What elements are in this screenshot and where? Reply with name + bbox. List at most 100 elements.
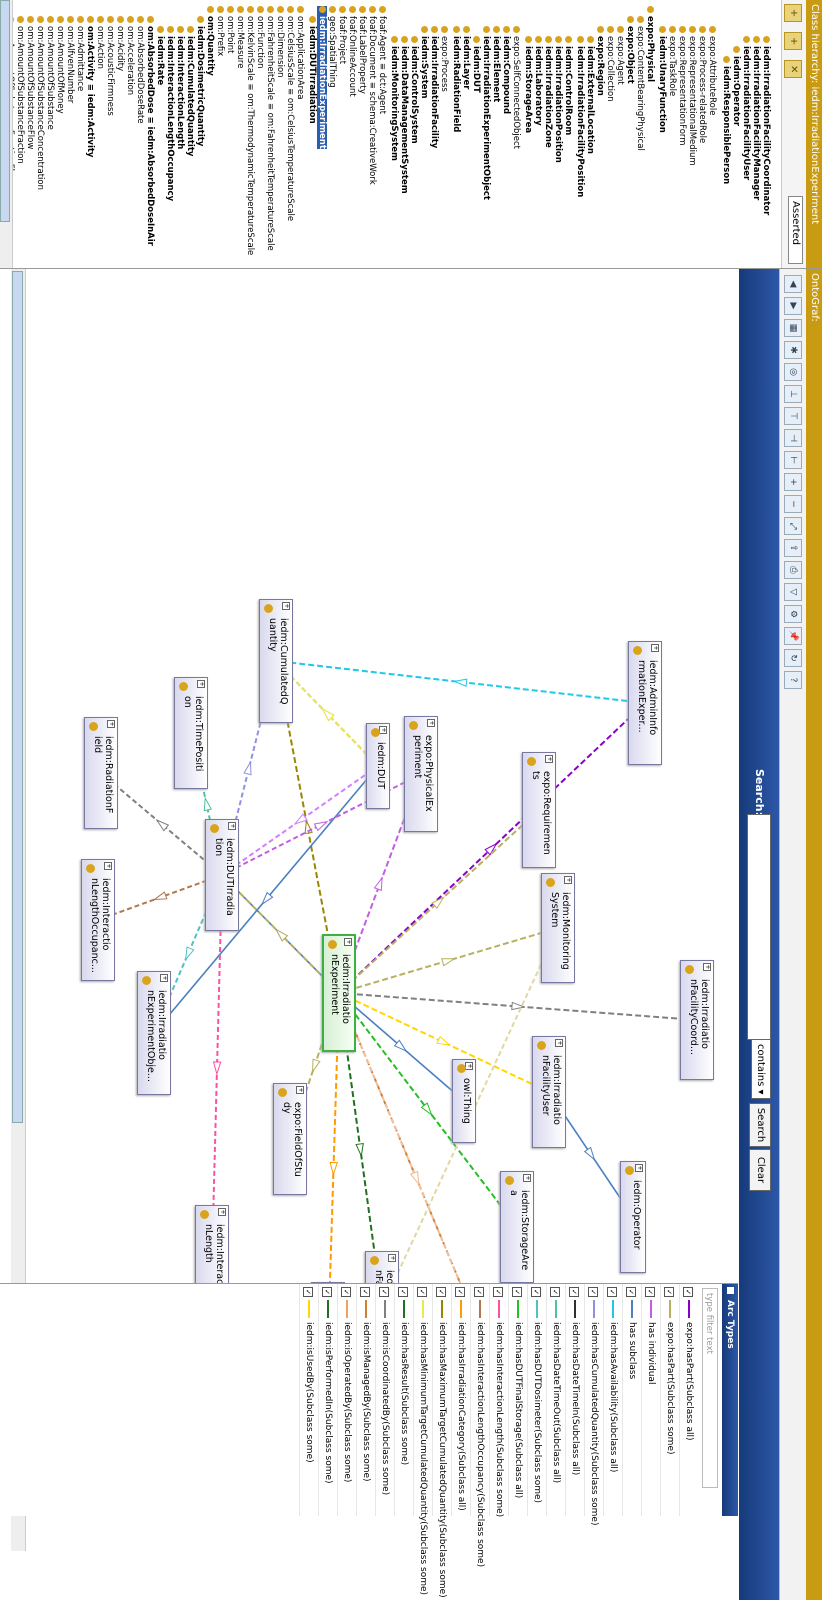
filter-icon[interactable]: ▽ [784,583,802,601]
arc-type-row[interactable]: ✓ iedm:hasDUTDosimeter(Subclass some) [527,1284,546,1516]
expand-icon[interactable]: + [465,1062,473,1070]
class-tree-item[interactable]: iedm:StorageArea [523,36,533,133]
class-tree-item[interactable]: iedm:ExternalLocation [585,36,595,154]
class-tree-item[interactable]: foaf:OnlineAccount [347,6,357,97]
class-tree-item[interactable]: iedm:RadiationField [451,26,461,132]
horizontal-tree-icon[interactable]: ⊣ [784,429,802,447]
arc-type-checkbox[interactable]: ✓ [436,1287,446,1297]
graph-node[interactable]: + iedm:CumulatedQ uantity [259,599,293,723]
class-tree-item[interactable]: expo:Region [595,26,605,96]
expand-icon[interactable]: + [379,726,387,734]
class-tree-item[interactable]: iedm:InteractionLength [175,26,185,149]
class-tree-item[interactable]: expo:RepresentationalMedium [687,26,697,166]
graph-node[interactable]: + iedm:Irradiatio nFacilityUser [532,1036,566,1148]
delete-class-icon[interactable]: ✕ [784,60,802,79]
expand-icon[interactable]: + [107,720,115,728]
class-tree-item[interactable]: iedm:Laboratory [533,36,543,126]
class-tree-item[interactable]: iedm:MonitoringSystem [389,36,399,161]
graph-node[interactable]: + iedm:DUTIrradia tion [205,819,239,931]
close-icon[interactable] [727,1287,734,1294]
arc-filter-input[interactable]: type filter text [702,1288,718,1488]
expand-icon[interactable]: + [545,755,553,763]
graph-node[interactable]: + iedm:Operator [620,1161,646,1273]
class-tree-item[interactable]: om:Prefix [215,6,225,56]
refresh-icon[interactable]: ↻ [784,649,802,667]
arc-type-checkbox[interactable]: ✓ [550,1287,560,1297]
expand-icon[interactable]: + [651,644,659,652]
class-tree-item[interactable]: om:Quantity [205,6,215,76]
expand-icon[interactable]: + [564,876,572,884]
class-tree-item[interactable]: om:Acceleration [125,16,135,95]
expand-icon[interactable]: + [296,1086,304,1094]
expand-icon[interactable]: + [282,602,290,610]
expand-icon[interactable]: + [388,1254,396,1262]
arc-type-row[interactable]: ✓ iedm:isPerformedIn(Subclass some) [318,1284,337,1516]
arc-type-checkbox[interactable]: ✓ [626,1287,636,1297]
class-tree-item[interactable]: om:AmountOfSubstanceFraction [15,16,25,164]
expand-icon[interactable]: + [427,719,435,727]
tree-scroll-thumb[interactable] [0,0,10,222]
arc-type-row[interactable]: ✓ iedm:hasMaximumTargetCumulatedQuantity(… [432,1284,451,1598]
arc-type-checkbox[interactable]: ✓ [607,1287,617,1297]
graph-node[interactable]: + iedm:Interactio nLengthOccupanc... [81,859,115,981]
expand-icon[interactable]: + [228,822,236,830]
class-tree-item[interactable]: om:AlfvenNumber [65,16,75,103]
expand-icon[interactable]: + [218,1208,226,1216]
match-mode-dropdown[interactable]: contains ▾ [751,1039,771,1099]
class-tree-item[interactable]: om:Point [225,6,235,53]
tree-layout-icon[interactable]: ⊥ [784,385,802,403]
search-button[interactable]: Search [749,1103,771,1147]
expand-icon[interactable]: + [523,1174,531,1182]
class-tree-item[interactable]: om:AcousticFirmness [105,16,115,116]
arc-type-checkbox[interactable]: ✓ [303,1287,313,1297]
class-tree-item[interactable]: iedm:IrradiationFacilityCoordinator [761,36,771,215]
class-tree-item[interactable]: expo:Object [625,16,635,84]
arc-type-checkbox[interactable]: ✓ [512,1287,522,1297]
print-icon[interactable]: ⎙ [784,561,802,579]
class-tree-item[interactable]: om:Dimension [275,6,285,78]
class-tree-item[interactable]: iedm:IrradiationFacilityUser [741,36,751,180]
arc-type-row[interactable]: ✓ iedm:hasInteractionLength(Subclass some… [489,1284,508,1517]
arc-type-row[interactable]: ✓ iedm:isCoordinatedBy(Subclass some) [375,1284,394,1516]
graph-scroll-thumb[interactable] [12,271,23,1123]
arc-type-checkbox[interactable]: ✓ [531,1287,541,1297]
expand-icon[interactable]: + [635,1164,643,1172]
class-tree-item[interactable]: expo:AttributeRole [707,26,717,115]
class-tree-item[interactable]: iedm:IrradiationExperimentObject [481,26,491,200]
horizontal-directed-icon[interactable]: ⊢ [784,451,802,469]
graph-node[interactable]: + iedm:TimePositi on [174,677,208,789]
class-tree-item[interactable]: iedm:DUTIrradiation [307,16,317,124]
tree-vertical-icon[interactable]: ⊤ [784,407,802,425]
arc-type-checkbox[interactable]: ✓ [493,1287,503,1297]
class-tree-item[interactable]: iedm:DosimetricQuantity [195,16,205,146]
class-tree-item[interactable]: om:Activity ≡ iedm:Activity [85,16,95,157]
add-sibling-icon[interactable]: + [784,32,802,51]
arc-type-row[interactable]: ✓ iedm:hasDUTFinalStorage(Subclass all) [508,1284,527,1516]
add-subclass-icon[interactable]: + [784,4,802,22]
arc-type-checkbox[interactable]: ✓ [398,1287,408,1297]
class-tree-item[interactable]: foaf:LabelProperty [357,6,367,94]
arc-type-row[interactable]: ✓ iedm:hasCumulatedQuantity(Subclass some… [584,1284,603,1525]
arc-type-row[interactable]: ✓ iedm:isUsedBy(Subclass some) [299,1284,318,1516]
class-tree-item[interactable]: iedm:Element [491,26,501,102]
arc-type-row[interactable]: ✓ iedm:hasAvailability(Subclass all) [603,1284,622,1516]
arc-type-checkbox[interactable]: ✓ [645,1287,655,1297]
graph-node[interactable]: + expo:PhysicalEx periment [404,716,438,832]
graph-node[interactable]: + iedm:RadiationF ield [84,717,118,829]
back-icon[interactable]: ◀ [784,275,802,293]
class-tree-item[interactable]: expo:Agent [615,26,625,85]
arc-type-row[interactable]: ✓ iedm:isOperatedBy(Subclass some) [337,1284,356,1516]
class-tree-item[interactable]: iedm:InteractionLengthOccupancy [165,26,175,201]
class-tree-item[interactable]: foaf:Agent ≡ dct:Agent [377,6,387,114]
class-tree-item[interactable]: iedm:DUT [471,36,481,93]
arc-type-checkbox[interactable]: ✓ [322,1287,332,1297]
class-tree-item[interactable]: expo:SelfConnectedObject [511,26,521,149]
spring-layout-icon[interactable]: ✱ [784,341,802,359]
class-tree-item[interactable]: iedm:UnaryFunction [657,26,667,133]
export-icon[interactable]: ⇪ [784,539,802,557]
class-tree-item[interactable]: iedm:IrradiationPosition [553,36,563,163]
arc-type-row[interactable]: ✓ expo:hasPart(Subclass some) [660,1284,679,1516]
graph-node[interactable]: + iedm:Irradiatio nFacilityCoord... [680,960,714,1080]
forward-icon[interactable]: ▶ [784,297,802,315]
class-tree-item[interactable]: om:FahrenheitScale ≡ om:FahrenheitTemper… [265,6,275,251]
